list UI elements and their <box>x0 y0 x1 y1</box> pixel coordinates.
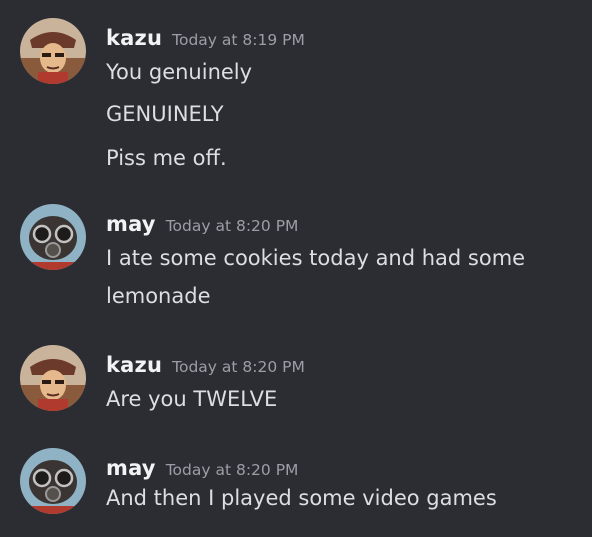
avatar[interactable] <box>20 448 86 514</box>
message-header: kazu Today at 8:20 PM <box>106 353 305 377</box>
message-text: GENUINELY <box>106 102 224 126</box>
author-name[interactable]: may <box>106 456 156 480</box>
soldier-avatar-icon <box>20 18 86 84</box>
message-group: may Today at 8:20 PM And then I played so… <box>20 448 580 518</box>
message-text: You genuinely <box>106 60 253 84</box>
timestamp[interactable]: Today at 8:20 PM <box>166 217 299 235</box>
message-header: kazu Today at 8:19 PM <box>106 26 305 50</box>
author-name[interactable]: kazu <box>106 353 162 377</box>
soldier-avatar-icon <box>20 345 86 411</box>
message-group: kazu Today at 8:19 PM You genuinely GENUI… <box>20 18 580 178</box>
message-header: may Today at 8:20 PM <box>106 456 298 480</box>
message-group: may Today at 8:20 PM I ate some cookies t… <box>20 204 580 314</box>
avatar[interactable] <box>20 204 86 270</box>
chat-message-list: kazu Today at 8:19 PM You genuinely GENUI… <box>0 0 592 537</box>
timestamp[interactable]: Today at 8:19 PM <box>172 31 305 49</box>
message-text: And then I played some video games <box>106 486 497 510</box>
timestamp[interactable]: Today at 8:20 PM <box>166 461 299 479</box>
message-text: Are you TWELVE <box>106 387 278 411</box>
author-name[interactable]: may <box>106 212 156 236</box>
avatar[interactable] <box>20 18 86 84</box>
message-text: Piss me off. <box>106 146 227 170</box>
gasmask-avatar-icon <box>20 204 86 270</box>
message-group: kazu Today at 8:20 PM Are you TWELVE <box>20 345 580 415</box>
avatar[interactable] <box>20 345 86 411</box>
message-text: I ate some cookies today and had some <box>106 246 526 270</box>
timestamp[interactable]: Today at 8:20 PM <box>172 358 305 376</box>
author-name[interactable]: kazu <box>106 26 162 50</box>
gasmask-avatar-icon <box>20 448 86 514</box>
message-header: may Today at 8:20 PM <box>106 212 298 236</box>
message-text: lemonade <box>106 284 211 308</box>
